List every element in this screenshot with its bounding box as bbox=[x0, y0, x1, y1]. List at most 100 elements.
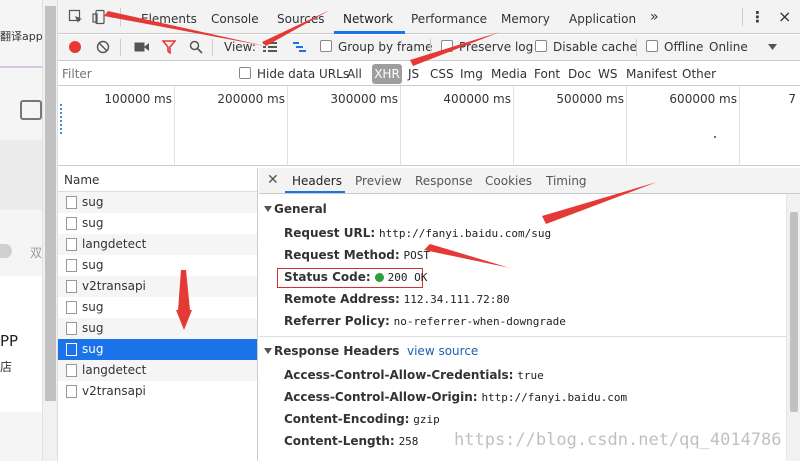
hide-data-urls-checkbox[interactable] bbox=[239, 67, 251, 79]
tab-timing[interactable]: Timing bbox=[546, 174, 587, 188]
toolbar-separator-2 bbox=[212, 39, 213, 56]
tab-separator-right bbox=[742, 8, 743, 26]
remote-address-row: Remote Address: 112.34.111.72:80 bbox=[284, 292, 510, 306]
group-by-frame-checkbox[interactable] bbox=[320, 40, 332, 52]
request-row[interactable]: sug bbox=[58, 339, 257, 360]
tab-memory[interactable]: Memory bbox=[501, 12, 550, 26]
filter-type-other[interactable]: Other bbox=[682, 67, 716, 81]
search-icon[interactable] bbox=[189, 40, 203, 54]
response-header-row: Access-Control-Allow-Origin: http://fany… bbox=[284, 390, 627, 404]
tab-headers[interactable]: Headers bbox=[292, 174, 342, 188]
customize-menu-icon[interactable]: ⋮ bbox=[750, 8, 765, 26]
chevron-down-icon[interactable] bbox=[768, 44, 777, 50]
filter-type-all[interactable]: All bbox=[347, 67, 362, 81]
timeline-tick: 200000 ms bbox=[217, 92, 285, 106]
tab-network[interactable]: Network bbox=[343, 12, 393, 26]
name-column-header[interactable]: Name bbox=[58, 168, 257, 192]
request-method-row: Request Method: POST bbox=[284, 248, 430, 262]
request-row[interactable]: sug bbox=[58, 297, 257, 318]
request-row[interactable]: sug bbox=[58, 318, 257, 339]
request-row[interactable]: sug bbox=[58, 213, 257, 234]
hide-data-urls-label: Hide data URLs bbox=[257, 67, 350, 81]
request-rows: sug sug langdetect sug v2transapi sug sug sug la… bbox=[58, 192, 257, 402]
filter-type-xhr[interactable]: XHR bbox=[372, 64, 402, 84]
capture-screenshots-icon[interactable] bbox=[134, 41, 150, 53]
request-row[interactable]: v2transapi bbox=[58, 381, 257, 402]
close-devtools-icon[interactable]: × bbox=[778, 7, 791, 26]
request-name: v2transapi bbox=[82, 384, 146, 398]
details-scrollbar-thumb[interactable] bbox=[790, 212, 798, 412]
filter-icon[interactable] bbox=[162, 40, 176, 54]
collapse-general-icon[interactable] bbox=[264, 206, 272, 212]
filter-type-font[interactable]: Font bbox=[534, 67, 560, 81]
filter-type-ws[interactable]: WS bbox=[598, 67, 617, 81]
file-icon bbox=[66, 280, 77, 293]
request-name: sug bbox=[82, 195, 104, 209]
request-row[interactable]: v2transapi bbox=[58, 276, 257, 297]
timeline-tick: 300000 ms bbox=[330, 92, 398, 106]
inspect-element-icon[interactable] bbox=[68, 9, 84, 25]
tab-application[interactable]: Application bbox=[569, 12, 636, 26]
details-tabbar: ✕ Headers Preview Response Cookies Timin… bbox=[259, 168, 800, 194]
tab-elements[interactable]: Elements bbox=[141, 12, 197, 26]
folder-star-icon[interactable] bbox=[20, 100, 42, 120]
request-row[interactable]: sug bbox=[58, 192, 257, 213]
general-section-title[interactable]: General bbox=[274, 202, 327, 216]
file-icon bbox=[66, 301, 77, 314]
response-headers-title[interactable]: Response Headers bbox=[274, 344, 399, 358]
request-name: langdetect bbox=[82, 237, 147, 251]
view-source-link[interactable]: view source bbox=[407, 344, 478, 358]
device-toolbar-icon[interactable] bbox=[92, 9, 108, 25]
filter-type-css[interactable]: CSS bbox=[430, 67, 454, 81]
devtools-panel: Elements Console Sources Network Perform… bbox=[58, 0, 800, 461]
close-details-icon[interactable]: ✕ bbox=[267, 172, 279, 188]
request-name: sug bbox=[82, 258, 104, 272]
clear-icon[interactable] bbox=[96, 40, 110, 54]
filter-type-js[interactable]: JS bbox=[408, 67, 419, 81]
record-icon[interactable] bbox=[68, 40, 82, 54]
request-row[interactable]: sug bbox=[58, 255, 257, 276]
details-scrollbar[interactable] bbox=[786, 194, 800, 461]
large-rows-icon[interactable] bbox=[263, 41, 277, 53]
group-by-frame-label: Group by frame bbox=[338, 40, 433, 54]
file-icon bbox=[66, 238, 77, 251]
filter-type-manifest[interactable]: Manifest bbox=[626, 67, 677, 81]
network-toolbar: View: Group by frame Preserve log Disabl… bbox=[58, 35, 800, 61]
tab-console[interactable]: Console bbox=[211, 12, 259, 26]
filter-type-img[interactable]: Img bbox=[460, 67, 483, 81]
page-scrollbar-thumb[interactable] bbox=[45, 6, 56, 401]
screenshot-root: 翻译app 双 PP 店 Elements Console Sources Ne… bbox=[0, 0, 800, 461]
page-divider bbox=[0, 66, 42, 68]
section-divider bbox=[259, 336, 800, 337]
request-name: langdetect bbox=[82, 363, 147, 377]
page-top-text: 翻译app bbox=[0, 30, 42, 43]
timeline-overview[interactable]: 100000 ms 200000 ms 300000 ms 400000 ms … bbox=[58, 86, 800, 166]
waterfall-icon[interactable] bbox=[293, 41, 307, 53]
more-tabs-icon[interactable]: » bbox=[650, 9, 659, 25]
page-scrollbar[interactable] bbox=[42, 0, 57, 461]
filter-input[interactable] bbox=[62, 65, 228, 82]
header-key: Status Code: bbox=[284, 270, 371, 284]
file-icon bbox=[66, 217, 77, 230]
request-row[interactable]: langdetect bbox=[58, 234, 257, 255]
disable-cache-checkbox[interactable] bbox=[535, 40, 547, 52]
offline-checkbox[interactable] bbox=[646, 40, 658, 52]
tab-sources[interactable]: Sources bbox=[277, 12, 324, 26]
filter-type-doc[interactable]: Doc bbox=[568, 67, 591, 81]
preserve-log-checkbox[interactable] bbox=[441, 40, 453, 52]
throttling-select[interactable]: Online bbox=[709, 40, 748, 54]
page-dian-text: 店 bbox=[0, 360, 13, 374]
collapse-response-headers-icon[interactable] bbox=[264, 348, 272, 354]
tab-preview[interactable]: Preview bbox=[355, 174, 402, 188]
request-row[interactable]: langdetect bbox=[58, 360, 257, 381]
file-icon bbox=[66, 343, 77, 356]
timeline-point bbox=[714, 136, 716, 138]
header-value: gzip bbox=[413, 413, 440, 426]
tab-cookies[interactable]: Cookies bbox=[485, 174, 532, 188]
tab-response[interactable]: Response bbox=[415, 174, 473, 188]
tab-performance[interactable]: Performance bbox=[411, 12, 487, 26]
filter-type-media[interactable]: Media bbox=[491, 67, 527, 81]
page-toggle[interactable] bbox=[0, 244, 12, 258]
timeline-tick: 500000 ms bbox=[556, 92, 624, 106]
disable-cache-label: Disable cache bbox=[553, 40, 637, 54]
